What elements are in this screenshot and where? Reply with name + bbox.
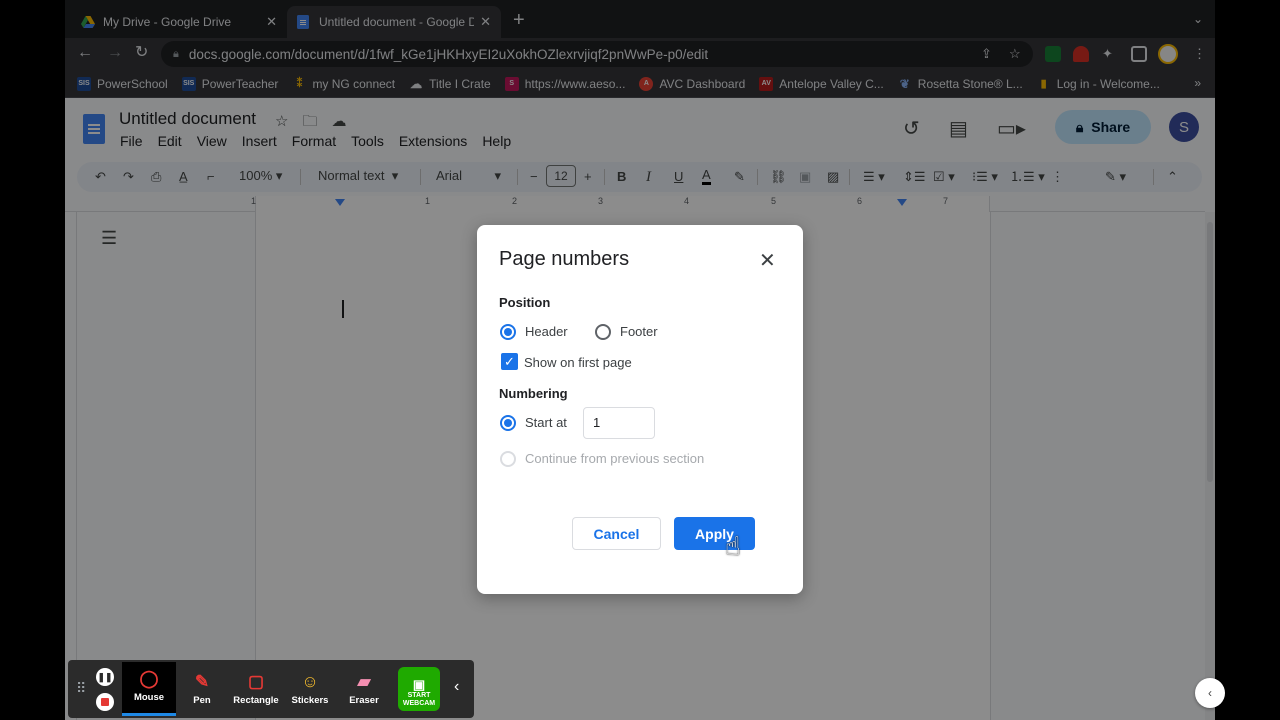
show-first-page-checkbox[interactable]: ✓ — [501, 353, 518, 370]
eraser-icon: ▰ — [357, 672, 371, 691]
close-icon[interactable]: ✕ — [759, 248, 776, 273]
start-webcam-button[interactable]: ▣ START WEBCAM — [398, 667, 440, 711]
side-panel-toggle-icon[interactable]: ‹ — [1195, 678, 1225, 708]
position-heading: Position — [499, 295, 551, 310]
rectangle-icon: ▢ — [247, 672, 265, 691]
browser-window: My Drive - Google Drive ✕ Untitled docum… — [65, 0, 1215, 720]
start-at-label[interactable]: Start at — [525, 415, 567, 430]
tool-mouse[interactable]: ◯ Mouse — [122, 662, 176, 716]
page-numbers-dialog: Page numbers ✕ Position Header Footer ✓ … — [477, 225, 803, 594]
show-first-page-label[interactable]: Show on first page — [524, 355, 632, 370]
tool-pen[interactable]: ✎ Pen — [175, 662, 229, 716]
pause-recording-icon[interactable]: ❚❚ — [96, 668, 114, 686]
header-radio[interactable] — [500, 324, 516, 340]
sticker-icon: ☺ — [301, 672, 319, 691]
footer-radio-label[interactable]: Footer — [620, 324, 658, 339]
cancel-button[interactable]: Cancel — [572, 517, 661, 550]
annotation-toolbar: ⠿ ❚❚ ◯ Mouse ✎ Pen ▢ Rectangle ☺ Sticker… — [68, 660, 474, 718]
tool-eraser[interactable]: ▰ Eraser — [337, 662, 391, 716]
tool-rectangle[interactable]: ▢ Rectangle — [229, 662, 283, 716]
start-at-radio[interactable] — [500, 415, 516, 431]
webcam-icon: ▣ — [412, 677, 426, 692]
pen-icon: ✎ — [194, 672, 210, 691]
mouse-icon: ◯ — [139, 669, 159, 688]
header-radio-label[interactable]: Header — [525, 324, 568, 339]
tool-stickers[interactable]: ☺ Stickers — [283, 662, 337, 716]
continue-radio[interactable] — [500, 451, 516, 467]
continue-label: Continue from previous section — [525, 451, 705, 466]
footer-radio[interactable] — [595, 324, 611, 340]
start-at-input[interactable]: 1 — [583, 407, 655, 439]
stop-recording-icon[interactable] — [96, 693, 114, 711]
collapse-chevron-icon[interactable]: ‹ — [454, 678, 459, 696]
dialog-title: Page numbers — [499, 248, 630, 270]
apply-button[interactable]: Apply — [674, 517, 755, 550]
numbering-heading: Numbering — [499, 386, 568, 401]
hand-pointer-cursor-icon: ☝︎ — [725, 531, 741, 561]
drag-handle-icon[interactable]: ⠿ — [76, 680, 86, 697]
